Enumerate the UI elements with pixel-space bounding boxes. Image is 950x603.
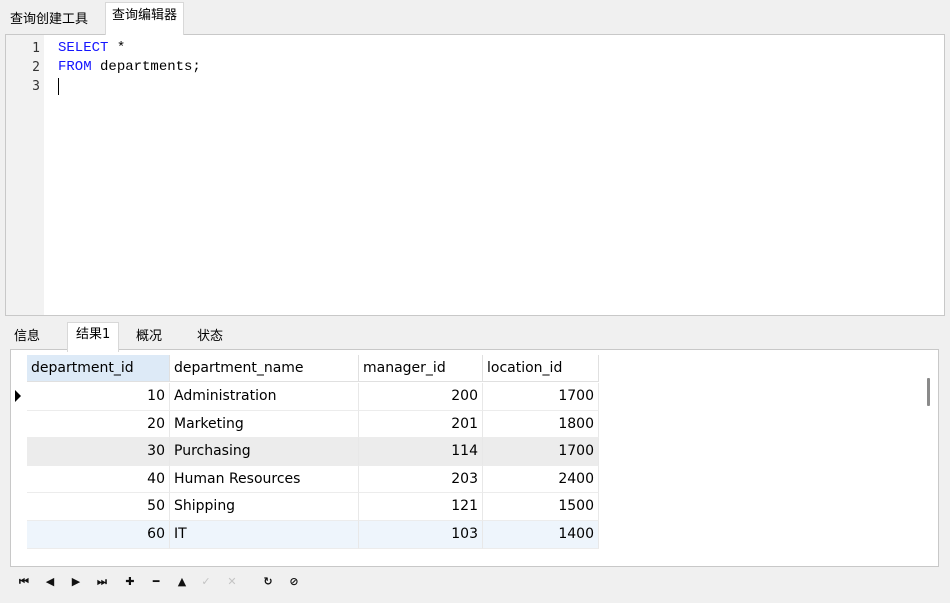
cell-department-name[interactable]: IT: [170, 521, 359, 549]
tab-result-1[interactable]: 结果1: [67, 322, 120, 352]
tab-query-builder[interactable]: 查询创建工具: [4, 6, 94, 35]
cell-department-name[interactable]: Administration: [170, 383, 359, 411]
cell-department-name[interactable]: Purchasing: [170, 438, 359, 466]
sql-text: departments;: [91, 59, 201, 75]
table-row[interactable]: 20 Marketing 201 1800: [27, 410, 599, 439]
next-record-icon[interactable]: ▶: [66, 573, 86, 591]
result-tab-bar: 信息 结果1 概况 状态: [5, 318, 945, 352]
cell-department-id[interactable]: 60: [27, 521, 170, 549]
table-row[interactable]: 10 Administration 200 1700: [27, 383, 599, 411]
text-caret: [58, 78, 59, 95]
column-header-department-name[interactable]: department_name: [170, 355, 359, 382]
delete-record-icon[interactable]: ━: [146, 573, 166, 591]
result-grid[interactable]: department_id department_name manager_id…: [10, 349, 939, 567]
column-header-department-id[interactable]: department_id: [27, 355, 170, 382]
column-header-manager-id[interactable]: manager_id: [359, 355, 483, 382]
cell-department-name[interactable]: Marketing: [170, 410, 359, 439]
row-indicator-column: [11, 350, 27, 566]
grid-navigation-bar: ⏮ ◀ ▶ ⏭ ✚ ━ ▲ ✓ ✕ ↻ ⊘: [10, 567, 939, 597]
sql-editor[interactable]: 1 2 3 SELECT * FROM departments;: [5, 34, 945, 316]
line-number: 3: [32, 79, 40, 94]
cell-location-id[interactable]: 2400: [483, 465, 599, 494]
tab-query-editor[interactable]: 查询编辑器: [105, 2, 185, 35]
stop-icon[interactable]: ⊘: [284, 573, 304, 591]
cell-location-id[interactable]: 1700: [483, 383, 599, 411]
column-header-location-id[interactable]: location_id: [483, 355, 599, 382]
table-row[interactable]: 60 IT 103 1400: [27, 521, 599, 549]
cell-manager-id[interactable]: 201: [359, 410, 483, 439]
cell-location-id[interactable]: 1800: [483, 410, 599, 439]
add-record-icon[interactable]: ✚: [120, 573, 140, 591]
line-number: 2: [32, 60, 40, 75]
last-record-icon[interactable]: ⏭: [92, 573, 112, 591]
table-row[interactable]: 40 Human Resources 203 2400: [27, 465, 599, 494]
prior-record-icon[interactable]: ◀: [40, 573, 60, 591]
code-line-2: FROM departments;: [58, 58, 201, 77]
cell-manager-id[interactable]: 103: [359, 521, 483, 549]
cell-department-id[interactable]: 40: [27, 465, 170, 494]
sql-text: *: [108, 40, 126, 56]
cell-department-id[interactable]: 30: [27, 438, 170, 466]
cell-manager-id[interactable]: 121: [359, 493, 483, 521]
vertical-scrollbar[interactable]: [927, 378, 930, 406]
cell-location-id[interactable]: 1400: [483, 521, 599, 549]
current-row-pointer-icon: [15, 390, 21, 402]
cell-department-id[interactable]: 10: [27, 383, 170, 411]
sql-keyword: FROM: [58, 59, 92, 75]
line-number: 1: [32, 41, 40, 56]
cell-department-name[interactable]: Human Resources: [170, 465, 359, 494]
first-record-icon[interactable]: ⏮: [14, 573, 34, 591]
edit-record-icon[interactable]: ▲: [172, 573, 192, 591]
cell-manager-id[interactable]: 114: [359, 438, 483, 466]
cell-department-name[interactable]: Shipping: [170, 493, 359, 521]
table-row[interactable]: 50 Shipping 121 1500: [27, 493, 599, 521]
apply-changes-icon[interactable]: ✓: [196, 573, 216, 591]
cell-manager-id[interactable]: 200: [359, 383, 483, 411]
refresh-icon[interactable]: ↻: [258, 573, 278, 591]
code-line-1: SELECT *: [58, 39, 125, 58]
tab-messages[interactable]: 信息: [10, 326, 44, 348]
top-tab-bar: 查询创建工具 查询编辑器: [0, 0, 950, 35]
tab-profile[interactable]: 概况: [132, 326, 166, 348]
sql-keyword: SELECT: [58, 40, 109, 56]
cell-department-id[interactable]: 50: [27, 493, 170, 521]
tab-status[interactable]: 状态: [193, 326, 227, 348]
discard-changes-icon[interactable]: ✕: [222, 573, 242, 591]
table-row[interactable]: 30 Purchasing 114 1700: [27, 438, 599, 466]
cell-location-id[interactable]: 1500: [483, 493, 599, 521]
cell-department-id[interactable]: 20: [27, 410, 170, 439]
cell-manager-id[interactable]: 203: [359, 465, 483, 494]
line-number-gutter: 1 2 3: [6, 35, 44, 315]
cell-location-id[interactable]: 1700: [483, 438, 599, 466]
